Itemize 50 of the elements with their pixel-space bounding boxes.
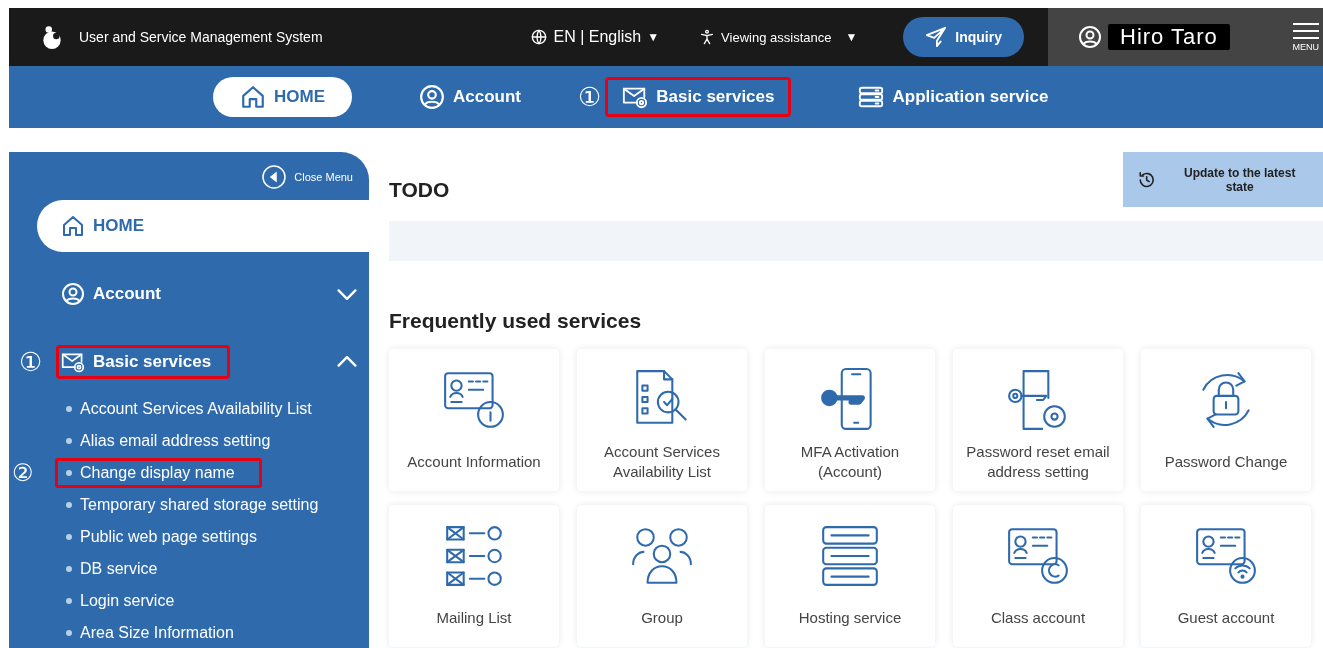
service-card[interactable]: Password reset email address setting [953, 349, 1123, 491]
home-icon [61, 214, 85, 238]
user-name[interactable]: Hiro Taro [1108, 24, 1230, 50]
nav-tab[interactable]: Account [402, 77, 538, 117]
user-icon [419, 84, 445, 110]
inquiry-button[interactable]: Inquiry [903, 17, 1024, 57]
service-card[interactable]: Group [577, 505, 747, 647]
nav-tab[interactable]: Application service [841, 77, 1066, 117]
clock-refresh-icon [1137, 169, 1157, 190]
globe-icon [531, 29, 548, 45]
caret-icon[interactable]: ▼ [845, 30, 858, 44]
service-card[interactable]: Account Information [389, 349, 559, 491]
service-card[interactable]: Mailing List [389, 505, 559, 647]
nav-tab[interactable]: Basic services [605, 77, 792, 117]
language-selector[interactable]: EN | English [553, 28, 642, 46]
step-marker: ② [12, 459, 34, 487]
submenu-item[interactable]: Alias email address setting [55, 426, 298, 456]
submenu-item[interactable]: Temporary shared storage setting [55, 490, 346, 520]
viewing-assistance-menu[interactable]: Viewing assistance [721, 29, 832, 45]
menu-button[interactable]: MENU [1292, 22, 1319, 52]
service-card[interactable]: Hosting service [765, 505, 935, 647]
submenu-item[interactable]: Login service [55, 586, 202, 616]
close-menu-button[interactable]: Close Menu [294, 171, 353, 183]
accessibility-icon [699, 29, 716, 45]
section-title: TODO [389, 178, 450, 202]
home-icon [240, 84, 266, 110]
sidebar-item[interactable]: Account [56, 277, 180, 311]
mail-icon [61, 350, 85, 374]
section-title: Frequently used services [389, 309, 643, 333]
submenu-item[interactable]: Area Size Information [55, 618, 261, 648]
service-card[interactable]: Guest account [1141, 505, 1311, 647]
service-card[interactable]: Password Change [1141, 349, 1311, 491]
step-marker: ① [578, 82, 602, 112]
step-marker: ① [19, 347, 43, 377]
hamburger-icon [1292, 22, 1319, 40]
nav-tab[interactable]: HOME [213, 77, 352, 117]
service-card[interactable]: Class account [953, 505, 1123, 647]
submenu-item[interactable]: Account Services Availability List [55, 394, 339, 424]
service-card[interactable]: MFA Activation (Account) [765, 349, 935, 491]
server-icon [858, 84, 885, 110]
service-card[interactable]: Account Services Availability List [577, 349, 747, 491]
user-icon [1078, 25, 1102, 49]
user-icon [61, 282, 85, 306]
sidebar-item[interactable]: Basic services [56, 345, 231, 379]
paper-plane-icon [925, 26, 948, 48]
submenu-item[interactable]: Public web page settings [55, 522, 284, 552]
app-title: User and Service Management System [79, 29, 323, 45]
submenu-item[interactable]: DB service [55, 554, 185, 584]
caret-icon[interactable]: ▼ [647, 30, 660, 44]
update-button[interactable]: Update to the latest state [1123, 152, 1323, 207]
